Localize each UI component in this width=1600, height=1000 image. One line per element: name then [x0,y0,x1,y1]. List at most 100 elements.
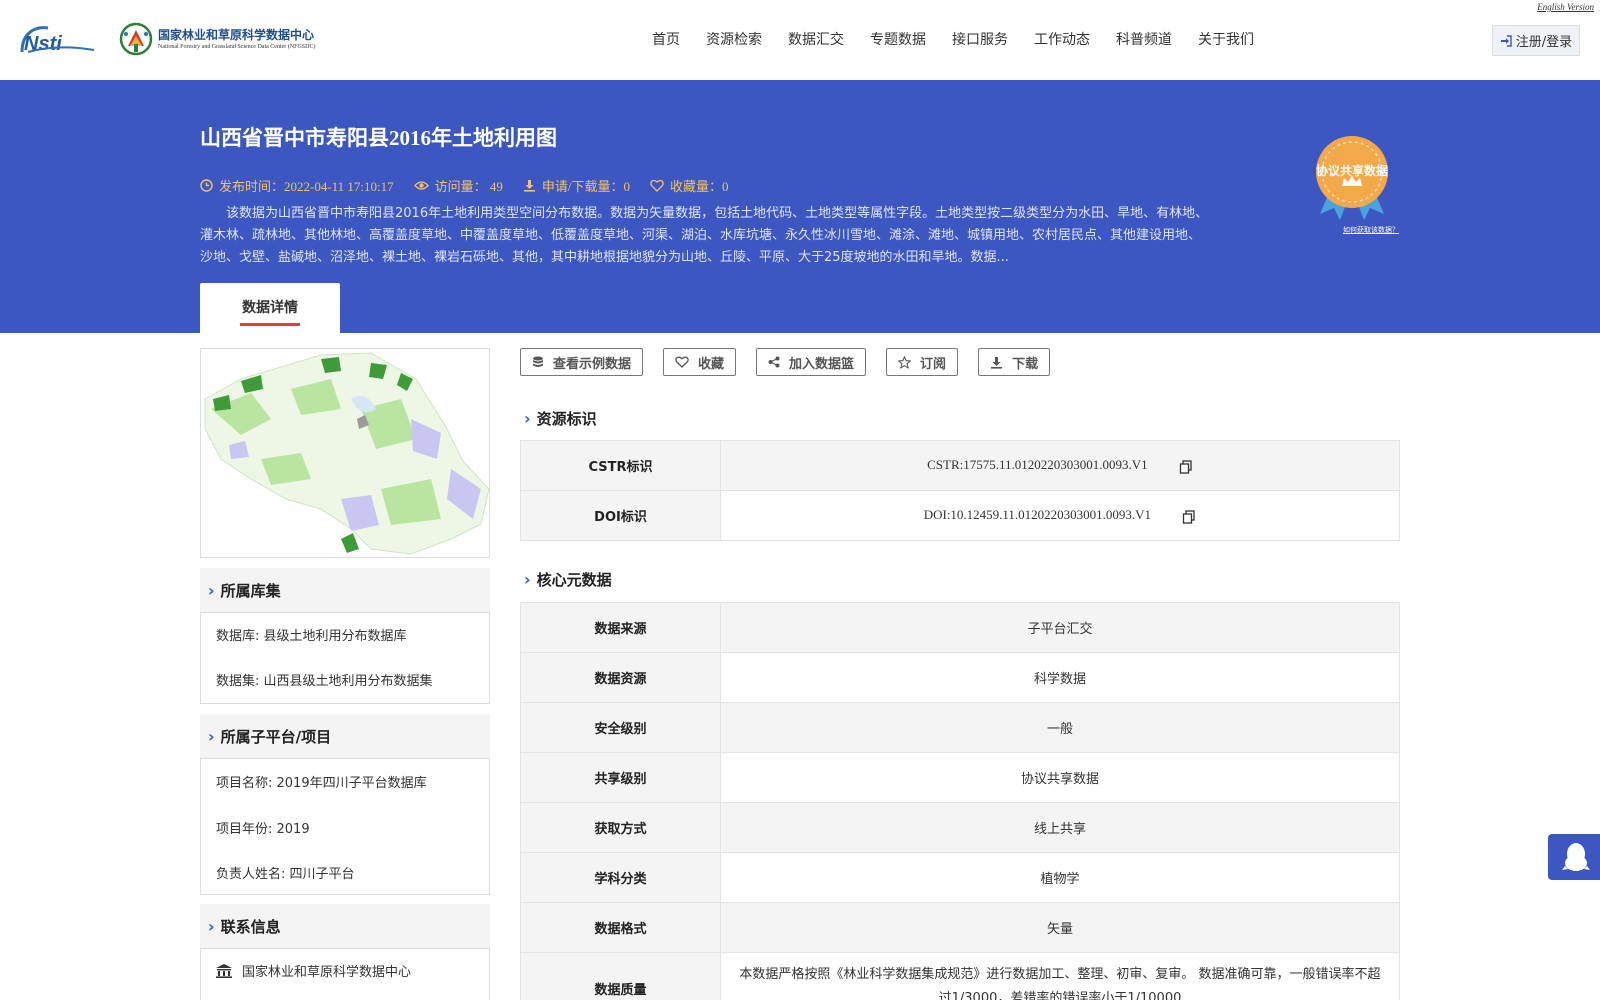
platform-panel: 项目名称: 2019年四川子平台数据库 项目年份: 2019 负责人姓名: 四川… [200,758,490,895]
logo-en-text: National Forestry and Grassland Science … [158,44,316,50]
copy-icon[interactable] [1179,459,1193,474]
core-meta-heading: › 核心元数据 [524,569,612,590]
download-icon [523,180,535,192]
view-sample-data-label: 查看示例数据 [553,356,632,372]
meta-value: 子平台汇交 [720,602,1400,653]
database-icon [533,356,543,367]
login-register-label: 注册/登录 [1515,35,1573,50]
resource-id-title: 资源标识 [536,410,597,428]
doi-key: DOI标识 [520,490,721,541]
meta-key: 数据质量 [520,952,721,1000]
subscribe-button[interactable]: 订阅 [886,348,959,376]
resource-id-heading: › 资源标识 [524,408,597,429]
library-section-heading: › 所属库集 [200,568,490,612]
table-row: DOI标识 DOI:10.12459.11.0120220303001.0093… [520,490,1400,541]
nav-api-service[interactable]: 接口服务 [952,29,1008,49]
meta-value: 矢量 [720,902,1400,953]
download-count: 申请/下载量：0 [523,176,630,195]
top-header: English Version Nsti 国家林业和草原科学数据中心 Natio… [0,0,1600,80]
dataset-meta: 发布时间：2022-04-11 17:10:17 访问量： 49 申请/下载量：… [200,176,749,195]
download-icon [991,356,1003,369]
add-to-basket-label: 加入数据篮 [789,356,855,372]
meta-key: 共享级别 [520,752,721,803]
view-sample-data-button[interactable]: 查看示例数据 [520,348,644,376]
database-item[interactable]: 数据库: 县级土地利用分布数据库 [201,625,489,670]
platform-section-title: 所属子平台/项目 [220,727,332,746]
nav-science-channel[interactable]: 科普频道 [1116,29,1172,49]
table-row: 共享级别 协议共享数据 [520,752,1400,803]
meta-value: 本数据严格按照《林业科学数据集成规范》进行数据加工、整理、初审、复审。 数据准确… [720,952,1400,1000]
chevron-right-icon: › [208,916,215,936]
nav-resource-search[interactable]: 资源检索 [706,29,762,49]
doi-value-cell: DOI:10.12459.11.0120220303001.0093.V1 [720,490,1400,541]
contact-panel: 国家林业和草原科学数据中心 [200,948,490,1000]
tab-data-details[interactable]: 数据详情 [200,283,340,333]
how-to-get-data-link[interactable]: 如何获取该数据？ [1343,225,1399,235]
project-name: 项目名称: 2019年四川子平台数据库 [216,776,427,791]
project-owner: 负责人姓名: 四川子平台 [216,867,355,882]
land-use-map-thumbnail [204,352,490,555]
favorite-count-text: 收藏量：0 [670,179,729,194]
heart-icon [650,179,664,192]
nav-work-news[interactable]: 工作动态 [1034,29,1090,49]
share-icon [768,356,780,368]
nav-topic-data[interactable]: 专题数据 [870,29,926,49]
meta-value: 科学数据 [720,652,1400,703]
chevron-right-icon: › [524,409,531,428]
dataset-item[interactable]: 数据集: 山西县级土地利用分布数据集 [201,670,489,689]
table-row: 数据来源 子平台汇交 [520,602,1400,653]
meta-value: 植物学 [720,852,1400,903]
institution-icon [216,963,232,978]
core-meta-title: 核心元数据 [536,571,612,589]
download-button[interactable]: 下载 [978,348,1051,376]
table-row: 数据资源 科学数据 [520,652,1400,703]
logo-cn-text: 国家林业和草原科学数据中心 [158,28,315,42]
main-nav: 首页 资源检索 数据汇交 专题数据 接口服务 工作动态 科普频道 关于我们 [652,29,1280,49]
nsti-logo[interactable]: Nsti [18,22,98,56]
library-panel: 数据库: 县级土地利用分布数据库 数据集: 山西县级土地利用分布数据集 [200,612,490,704]
project-year: 项目年份: 2019 [216,822,310,837]
meta-key: 数据来源 [520,602,721,653]
english-version-link[interactable]: English Version [1537,2,1594,12]
contact-section-title: 联系信息 [220,917,281,936]
subscribe-label: 订阅 [920,356,947,372]
favorite-button[interactable]: 收藏 [663,348,737,376]
sign-in-icon [1500,34,1512,47]
doi-value: DOI:10.12459.11.0120220303001.0093.V1 [923,507,1152,523]
meta-key: 学科分类 [520,852,721,903]
login-register-button[interactable]: 注册/登录 [1492,25,1580,56]
add-to-basket-button[interactable]: 加入数据篮 [756,348,867,376]
contact-org-row: 国家林业和草原科学数据中心 [201,961,489,980]
nfgsdc-logo[interactable]: 国家林业和草原科学数据中心 National Forestry and Gras… [118,20,338,60]
platform-section-heading: › 所属子平台/项目 [200,714,490,758]
meta-value: 一般 [720,702,1400,753]
heart-icon [675,356,689,368]
cstr-value-cell: CSTR:17575.11.0120220303001.0093.V1 [720,440,1400,491]
nav-data-submission[interactable]: 数据汇交 [788,29,844,49]
star-icon [898,355,912,369]
chevron-right-icon: › [524,570,531,589]
meta-key: 数据资源 [520,652,721,703]
page-title: 山西省晋中市寿阳县2016年土地利用图 [200,126,557,150]
clock-icon [200,179,213,192]
cstr-key: CSTR标识 [520,440,721,491]
table-row: 安全级别 一般 [520,702,1400,753]
nav-home[interactable]: 首页 [652,29,680,49]
table-row: CSTR标识 CSTR:17575.11.0120220303001.0093.… [520,440,1400,491]
favorite-label: 收藏 [698,356,725,372]
download-label: 下载 [1012,356,1039,372]
nfgsdc-emblem-icon [119,22,153,56]
badge-label: 协议共享数据 [1315,164,1388,178]
copy-icon[interactable] [1182,509,1196,524]
qq-support-button[interactable] [1548,834,1600,880]
meta-value: 协议共享数据 [720,752,1400,803]
nav-about-us[interactable]: 关于我们 [1198,29,1254,49]
table-row: 学科分类 植物学 [520,852,1400,903]
table-row: 获取方式 线上共享 [520,802,1400,853]
meta-key: 数据格式 [520,902,721,953]
library-section-title: 所属库集 [220,581,281,600]
visit-count: 访问量： 49 [413,176,503,195]
dataset-preview-map [200,348,490,558]
contact-org-text: 国家林业和草原科学数据中心 [242,965,412,980]
chevron-right-icon: › [208,580,215,600]
